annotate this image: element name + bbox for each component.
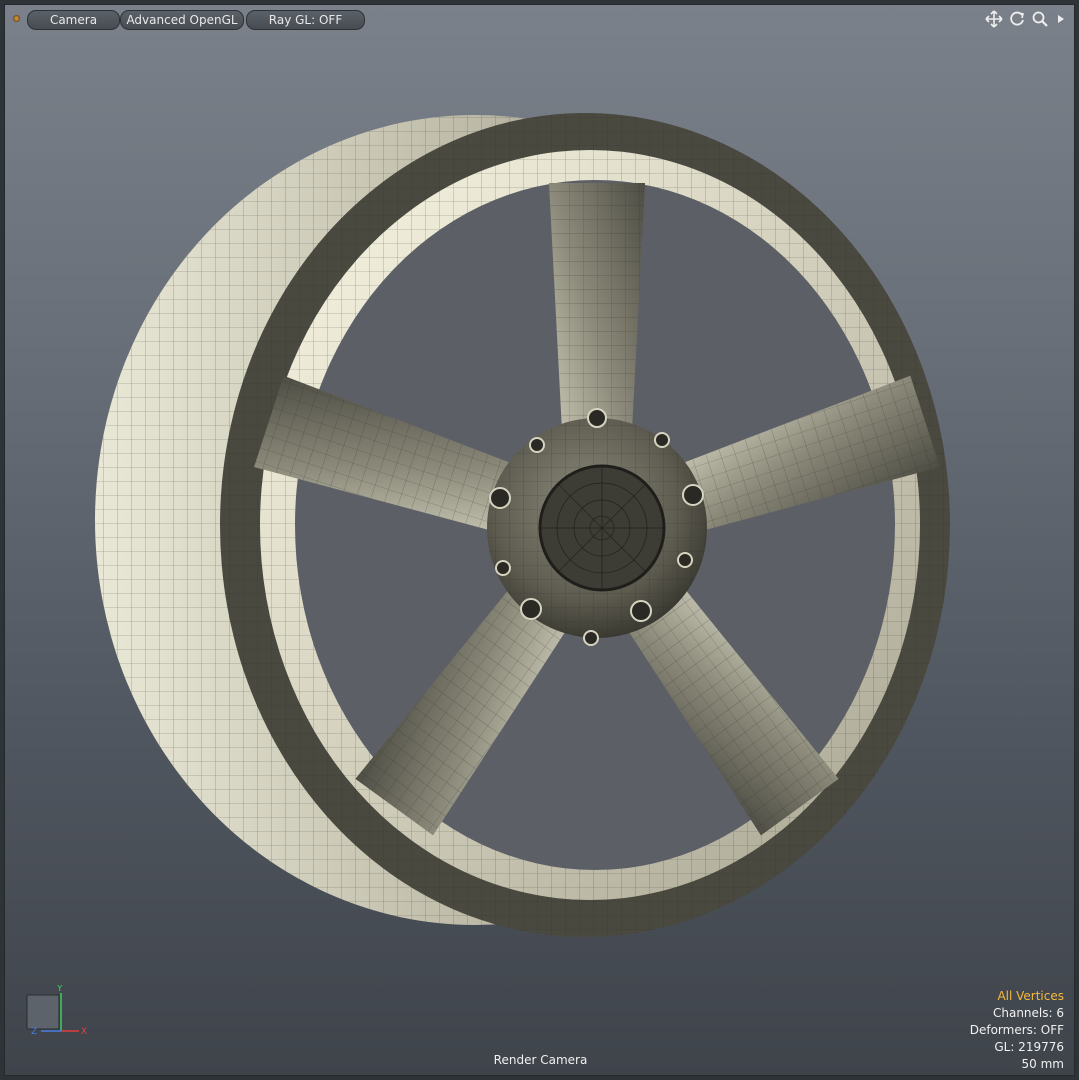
axis-gizmo: Y X Z [21, 984, 91, 1055]
rotate-icon[interactable] [1008, 10, 1026, 28]
lug-hole [529, 437, 545, 453]
lug-hole [489, 487, 511, 509]
ray-gl-button[interactable]: Ray GL: OFF [246, 10, 365, 30]
viewport-menu-dot[interactable] [13, 15, 20, 22]
shading-mode-button[interactable]: Advanced OpenGL [120, 10, 244, 30]
expand-arrow-icon[interactable] [1055, 10, 1067, 28]
camera-name-label: Render Camera [493, 1053, 588, 1067]
gl-polycount-label: GL: 219776 [994, 1040, 1064, 1054]
wheel-render [95, 113, 950, 937]
lug-hole [630, 600, 652, 622]
lug-hole [682, 484, 704, 506]
lug-hole [587, 408, 607, 428]
channels-label: Channels: 6 [992, 1006, 1064, 1020]
selection-mode-label: All Vertices [997, 989, 1064, 1003]
lug-hole [677, 552, 693, 568]
move-icon[interactable] [985, 10, 1003, 28]
lug-hole [654, 432, 670, 448]
zoom-icon[interactable] [1031, 10, 1049, 28]
lug-hole [495, 560, 511, 576]
lug-hole [583, 630, 599, 646]
y-axis-label: Y [56, 985, 63, 994]
3d-viewport[interactable]: Camera Advanced OpenGL Ray GL: OFF All V… [4, 4, 1075, 1076]
deformers-label: Deformers: OFF [969, 1023, 1064, 1037]
lug-hole [520, 598, 542, 620]
x-axis-label: X [81, 1027, 87, 1037]
viewport-toolbar: Camera Advanced OpenGL Ray GL: OFF [5, 5, 1074, 33]
camera-button[interactable]: Camera [27, 10, 120, 30]
z-axis-label: Z [31, 1027, 37, 1037]
